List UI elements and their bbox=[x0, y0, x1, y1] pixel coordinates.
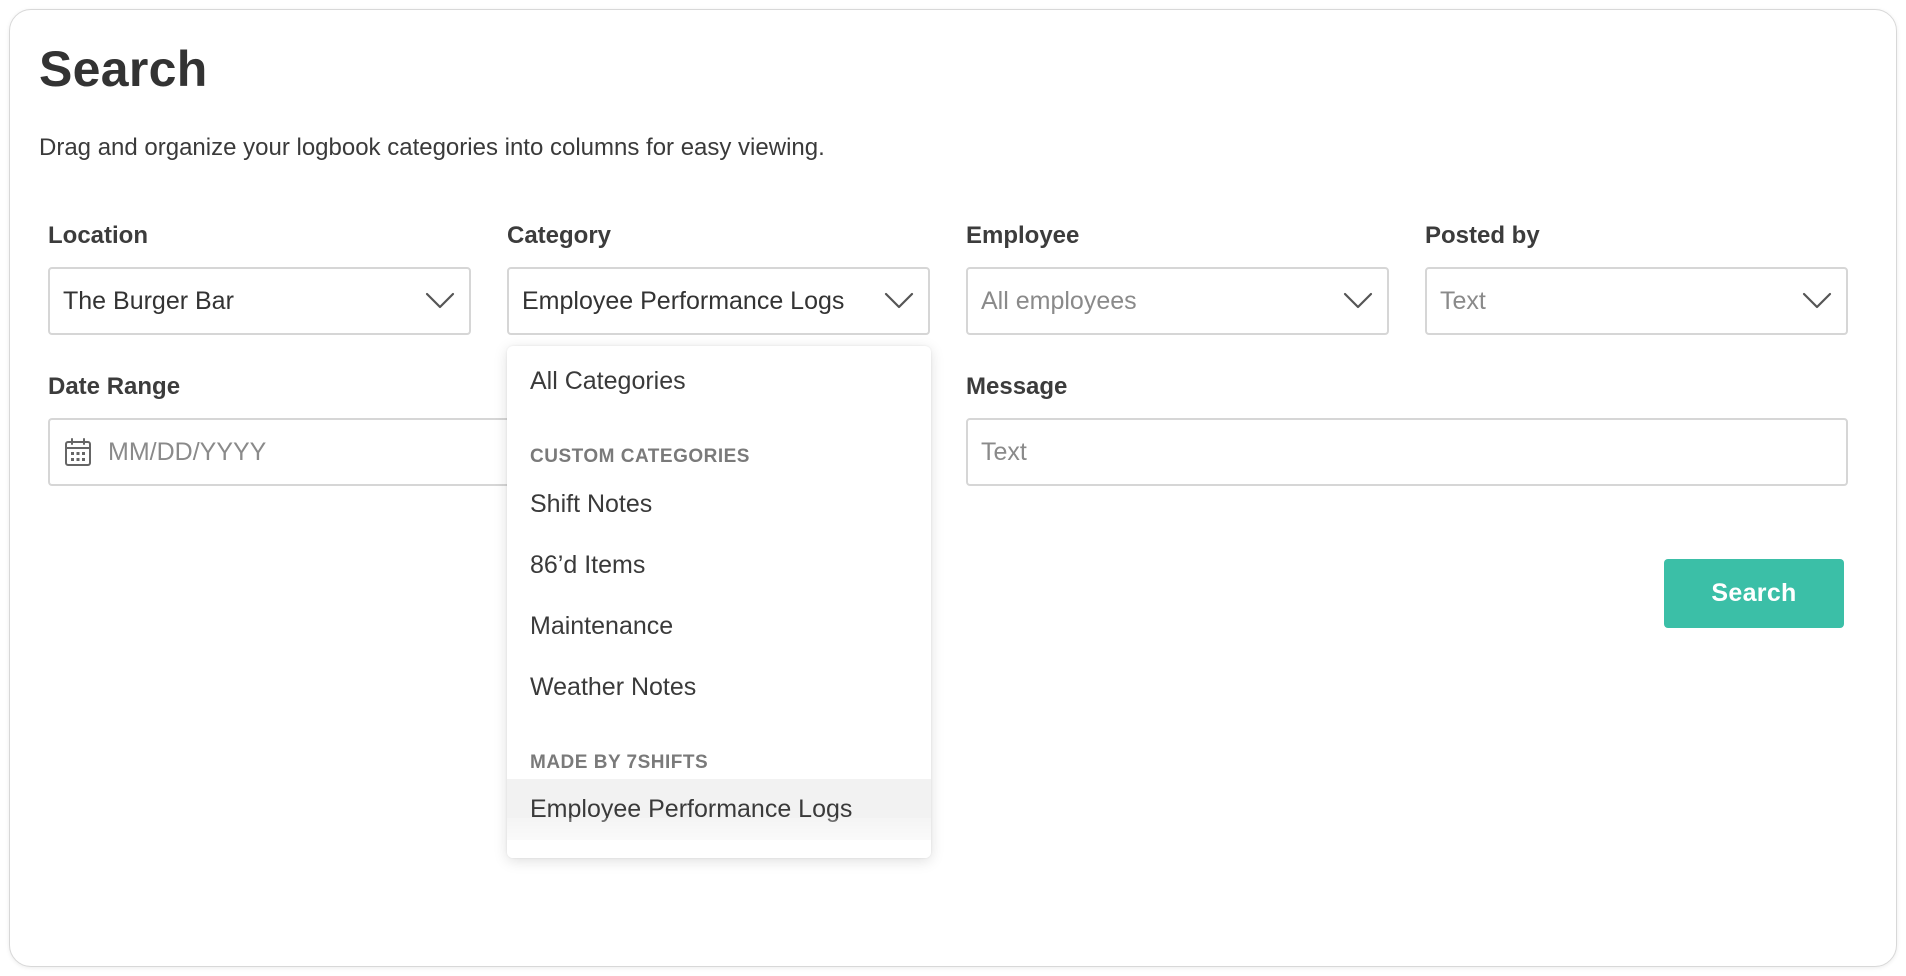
category-label: Category bbox=[507, 222, 612, 249]
message-input[interactable] bbox=[966, 418, 1848, 486]
menu-item-other[interactable]: Other bbox=[507, 840, 931, 858]
menu-item-employee-performance-logs[interactable]: Employee Performance Logs bbox=[507, 779, 931, 840]
employee-value: All employees bbox=[981, 286, 1137, 315]
search-button[interactable]: Search bbox=[1664, 559, 1844, 628]
menu-item-maintenance[interactable]: Maintenance bbox=[507, 596, 931, 657]
page-subtitle: Drag and organize your logbook categorie… bbox=[39, 134, 825, 161]
date-range-field[interactable] bbox=[48, 418, 518, 486]
menu-group-custom-categories: CUSTOM CATEGORIES bbox=[530, 446, 750, 467]
category-dropdown-menu: All Categories CUSTOM CATEGORIES Shift N… bbox=[507, 346, 931, 858]
page-title: Search bbox=[39, 41, 208, 97]
employee-select[interactable]: All employees bbox=[966, 267, 1389, 335]
date-start-input[interactable] bbox=[106, 436, 486, 468]
menu-item-shift-notes[interactable]: Shift Notes bbox=[507, 474, 931, 535]
chevron-down-icon bbox=[884, 292, 914, 309]
chevron-down-icon bbox=[1343, 292, 1373, 309]
menu-item-weather-notes[interactable]: Weather Notes bbox=[507, 657, 931, 718]
category-select[interactable]: Employee Performance Logs bbox=[507, 267, 930, 335]
menu-group-made-by-7shifts: MADE BY 7SHIFTS bbox=[530, 752, 709, 773]
calendar-icon bbox=[65, 438, 91, 466]
category-value: Employee Performance Logs bbox=[522, 286, 845, 315]
menu-item-86d-items[interactable]: 86’d Items bbox=[507, 535, 931, 596]
chevron-down-icon bbox=[1802, 292, 1832, 309]
posted-by-value: Text bbox=[1440, 286, 1486, 315]
posted-by-label: Posted by bbox=[1425, 222, 1540, 249]
message-label: Message bbox=[966, 373, 1068, 400]
location-select[interactable]: The Burger Bar bbox=[48, 267, 471, 335]
posted-by-select[interactable]: Text bbox=[1425, 267, 1848, 335]
date-range-label: Date Range bbox=[48, 373, 181, 400]
employee-label: Employee bbox=[966, 222, 1080, 249]
menu-item-all-categories[interactable]: All Categories bbox=[507, 351, 931, 412]
location-label: Location bbox=[48, 222, 148, 249]
chevron-down-icon bbox=[425, 292, 455, 309]
location-value: The Burger Bar bbox=[63, 286, 234, 315]
